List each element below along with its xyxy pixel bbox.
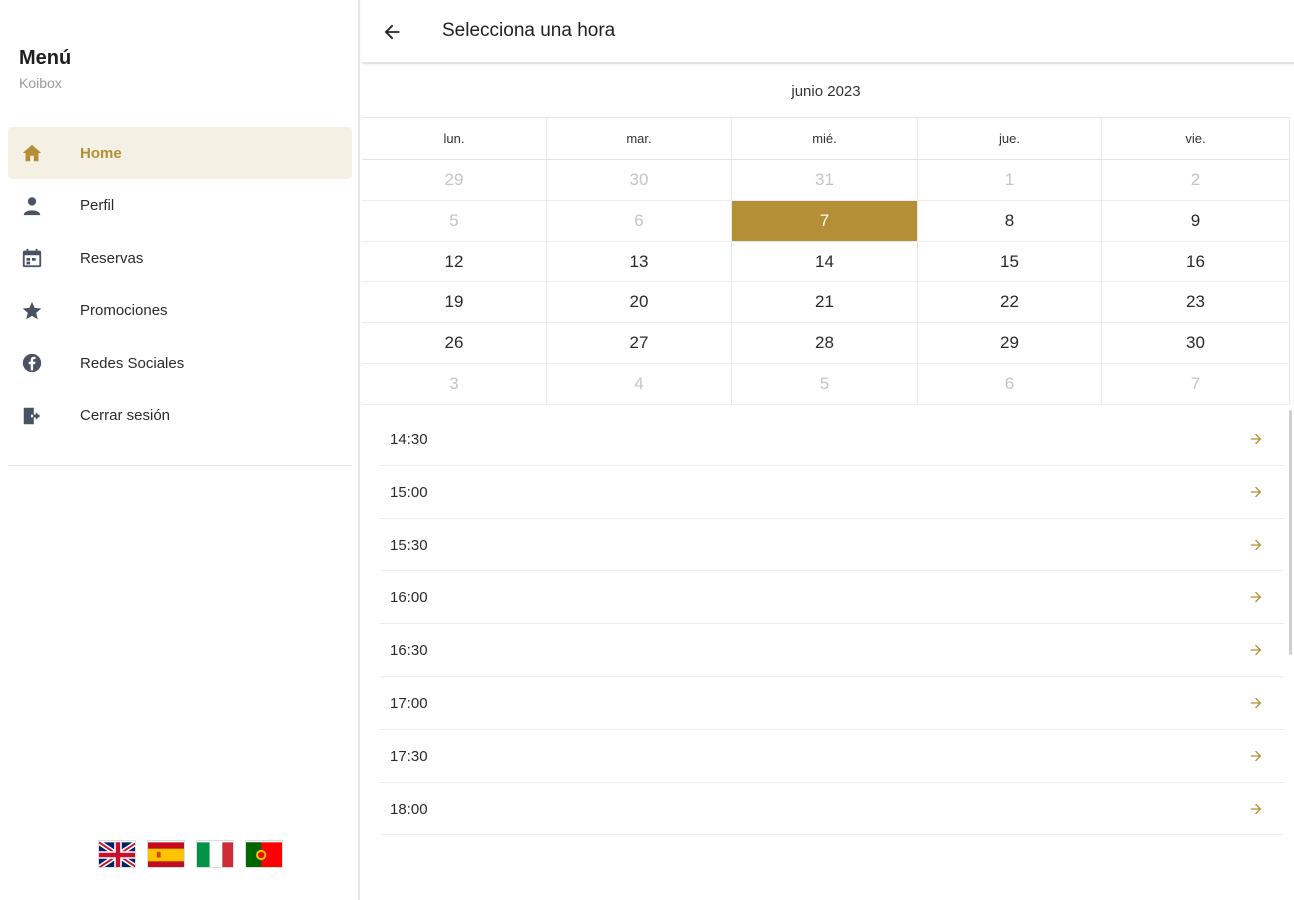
sidebar-divider	[8, 465, 352, 466]
sidebar-item-label: Redes Sociales	[80, 354, 185, 372]
calendar: junio 2023 lun. mar. mié. jue. vie. 29 30 31 1 2 5…	[362, 66, 1290, 405]
sidebar-item-label: Cerrar sesión	[80, 407, 171, 425]
sidebar-item-perfil[interactable]: Perfil	[8, 180, 352, 232]
calendar-day[interactable]: 8	[918, 200, 1102, 242]
calendar-day[interactable]: 2	[1102, 160, 1290, 201]
arrow-left-icon	[384, 24, 400, 40]
sidebar-item-cerrar-sesion[interactable]: Cerrar sesión	[8, 390, 352, 442]
arrow-right-icon	[1250, 803, 1262, 814]
calendar-day[interactable]: 13	[547, 241, 732, 283]
weekday-header: mié.	[732, 118, 918, 160]
time-slot-label: 15:30	[390, 536, 428, 554]
scrollbar[interactable]	[1289, 410, 1292, 655]
time-slot[interactable]: 18:00	[380, 783, 1284, 836]
weekday-header: mar.	[547, 118, 732, 160]
arrow-right-icon	[1250, 486, 1262, 498]
calendar-day[interactable]: 28	[732, 323, 918, 364]
time-slot-label: 18:00	[390, 800, 428, 818]
time-slot-label: 14:30	[390, 431, 428, 448]
app-root: Menú Koibox Home Perfil Reservas Promoci…	[0, 0, 1294, 900]
arrow-right-icon	[1250, 592, 1262, 603]
calendar-day[interactable]: 30	[1102, 323, 1290, 364]
calendar-grid: lun. mar. mié. jue. vie. 29 30 31 1 2 5 6 7 8 9 12 13 14 1…	[362, 118, 1290, 405]
calendar-day[interactable]: 3	[362, 363, 547, 405]
calendar-day[interactable]: 22	[918, 282, 1102, 324]
arrow-right-icon	[1250, 644, 1262, 656]
sidebar-item-promociones[interactable]: Promociones	[8, 285, 352, 337]
sidebar-item-reservas[interactable]: Reservas	[8, 232, 352, 284]
time-slot[interactable]: 17:30	[380, 730, 1284, 783]
time-slot[interactable]: 17:00	[380, 677, 1284, 730]
person-icon	[20, 194, 44, 218]
facebook-icon	[20, 351, 44, 375]
arrow-right-icon	[1250, 539, 1262, 550]
calendar-day[interactable]: 6	[918, 363, 1102, 405]
sidebar-item-redes-sociales[interactable]: Redes Sociales	[8, 337, 352, 389]
time-slot[interactable]: 14:30	[380, 413, 1284, 466]
app-bar: Selecciona una hora	[362, 0, 1294, 64]
sidebar-item-home[interactable]: Home	[8, 127, 352, 179]
weekday-header: jue.	[918, 118, 1102, 160]
calendar-day[interactable]: 21	[732, 282, 918, 324]
uk-flag-icon[interactable]	[98, 840, 136, 868]
time-slot[interactable]: 15:30	[380, 519, 1284, 572]
main-content: Selecciona una hora junio 2023 lun. mar. m…	[362, 0, 1294, 900]
sidebar-nav: Home Perfil Reservas Promociones Redes S…	[8, 127, 352, 443]
calendar-day[interactable]: 23	[1102, 282, 1290, 324]
arrow-right-icon	[1250, 433, 1262, 445]
arrow-right-icon	[1250, 750, 1262, 762]
calendar-day[interactable]: 19	[362, 282, 547, 324]
calendar-day[interactable]: 27	[547, 323, 732, 364]
calendar-day[interactable]: 29	[918, 323, 1102, 364]
calendar-day[interactable]: 31	[732, 160, 918, 201]
calendar-day-selected[interactable]: 7	[732, 200, 918, 242]
time-slot-label: 16:00	[390, 589, 428, 607]
calendar-day[interactable]: 4	[547, 363, 732, 405]
calendar-day[interactable]: 5	[362, 200, 547, 242]
weekday-header: vie.	[1102, 118, 1290, 160]
spain-flag-icon[interactable]	[147, 840, 185, 868]
sidebar: Menú Koibox Home Perfil Reservas Promoci…	[0, 0, 360, 900]
sidebar-item-label: Promociones	[80, 302, 168, 320]
calendar-day[interactable]: 6	[547, 200, 732, 242]
calendar-month-label: junio 2023	[362, 66, 1290, 118]
menu-subtitle: Koibox	[19, 75, 62, 91]
home-icon	[20, 141, 44, 165]
sidebar-item-label: Home	[80, 144, 122, 162]
back-button[interactable]	[378, 18, 406, 46]
logout-icon	[20, 404, 44, 428]
star-icon	[20, 299, 44, 323]
time-slot[interactable]: 16:00	[380, 571, 1284, 625]
arrow-right-icon	[1250, 697, 1262, 709]
calendar-day[interactable]: 7	[1102, 363, 1290, 405]
calendar-icon	[20, 246, 44, 270]
time-slot-label: 16:30	[390, 642, 428, 660]
time-slot[interactable]: 16:30	[380, 624, 1284, 677]
time-slot-label: 17:30	[390, 747, 428, 765]
calendar-day[interactable]: 9	[1102, 200, 1290, 242]
portugal-flag-icon[interactable]	[245, 840, 283, 868]
sidebar-item-label: Perfil	[80, 197, 115, 215]
language-selector	[98, 840, 283, 868]
calendar-day[interactable]: 26	[362, 323, 547, 364]
calendar-day[interactable]: 14	[732, 241, 918, 283]
calendar-day[interactable]: 5	[732, 363, 918, 405]
weekday-header: lun.	[362, 118, 547, 160]
time-slot-list: 14:30 15:00 15:30 16:00 16:30 17:00 17:30 18:00	[380, 413, 1284, 836]
sidebar-item-label: Reservas	[80, 249, 144, 267]
time-slot-label: 17:00	[390, 694, 428, 712]
calendar-day[interactable]: 15	[918, 241, 1102, 283]
calendar-day[interactable]: 30	[547, 160, 732, 201]
italy-flag-icon[interactable]	[196, 840, 234, 868]
calendar-day[interactable]: 16	[1102, 241, 1290, 283]
menu-title: Menú	[19, 47, 72, 69]
calendar-day[interactable]: 29	[362, 160, 547, 201]
page-title: Selecciona una hora	[442, 20, 616, 41]
calendar-day[interactable]: 20	[547, 282, 732, 324]
calendar-day[interactable]: 1	[918, 160, 1102, 201]
calendar-day[interactable]: 12	[362, 241, 547, 283]
time-slot[interactable]: 15:00	[380, 466, 1284, 519]
time-slot-label: 15:00	[390, 483, 428, 501]
